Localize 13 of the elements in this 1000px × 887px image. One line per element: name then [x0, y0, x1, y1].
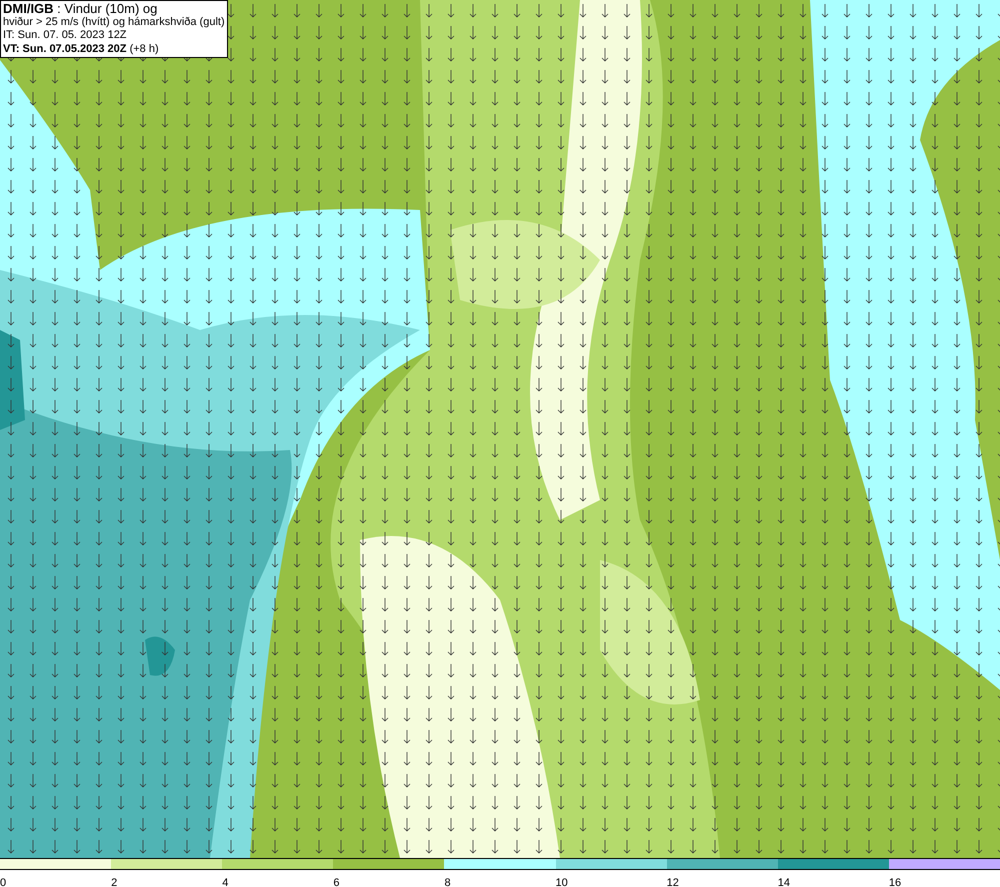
title-line: hviður > 25 m/s (hvítt) og hámarkshviða (gult) — [3, 16, 225, 29]
title-line: IT: Sun. 07. 05. 2023 12Z — [3, 29, 128, 42]
title-line: VT: Sun. 07.05.2023 20Z (+8 h) — [3, 42, 160, 56]
title-line: DMI/IGB : Vindur (10m) og — [3, 2, 158, 16]
legend-label: 6 — [333, 877, 340, 887]
legend-label: 10 — [556, 877, 568, 887]
legend-label: 4 — [222, 877, 228, 887]
legend-label: 0 — [0, 877, 6, 887]
legend-label: 2 — [111, 877, 118, 887]
legend-label: 14 — [778, 877, 790, 887]
legend-label: 8 — [444, 877, 451, 887]
legend-label: 16 — [888, 877, 902, 887]
legend-label: 12 — [666, 877, 679, 887]
